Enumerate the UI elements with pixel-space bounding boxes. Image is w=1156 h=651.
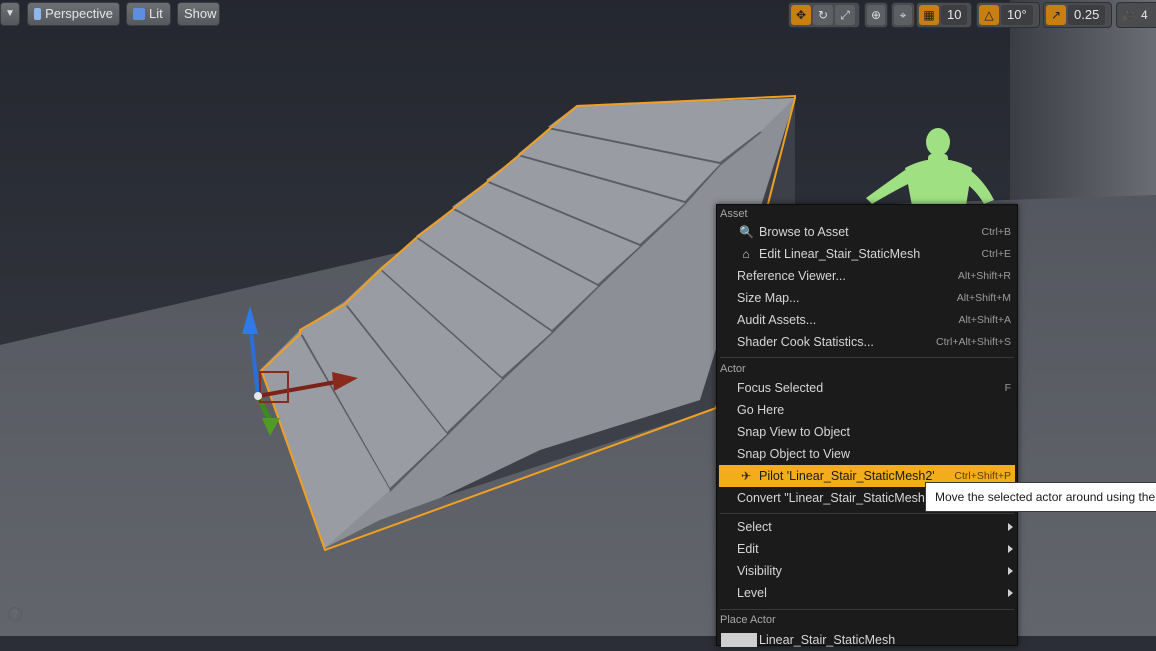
menu-item-label: Level <box>737 586 767 600</box>
right-wall <box>1010 0 1156 205</box>
scale-snap-icon[interactable]: ↗ <box>1046 5 1066 25</box>
menu-item-place-actor[interactable]: Linear_Stair_StaticMesh <box>719 629 1015 651</box>
menu-item-label: Reference Viewer... <box>737 269 846 283</box>
rotation-snap-icon[interactable]: △ <box>979 5 999 25</box>
menu-item-snap-view-to-object[interactable]: Snap View to Object <box>719 421 1015 443</box>
menu-item-label: Convert "Linear_Stair_StaticMesh2" To <box>737 491 953 505</box>
camera-speed-group: 🎥 4 <box>1116 2 1156 28</box>
camera-speed-value[interactable]: 4 <box>1141 8 1148 22</box>
menu-item-shortcut: Ctrl+B <box>981 226 1011 238</box>
rotate-mode-icon[interactable]: ↻ <box>813 5 833 25</box>
menu-item-edit-submenu[interactable]: Edit <box>719 538 1015 560</box>
magnifier-icon: 🔍 <box>739 225 754 239</box>
menu-item-audit-assets[interactable]: Audit Assets... Alt+Shift+A <box>719 309 1015 331</box>
actor-context-menu: Asset 🔍 Browse to Asset Ctrl+B ⌂ Edit Li… <box>716 204 1018 647</box>
menu-item-reference-viewer[interactable]: Reference Viewer... Alt+Shift+R <box>719 265 1015 287</box>
menu-item-label: Linear_Stair_StaticMesh <box>759 633 896 647</box>
menu-item-shader-cook-statistics[interactable]: Shader Cook Statistics... Ctrl+Alt+Shift… <box>719 331 1015 353</box>
menu-separator <box>720 609 1014 610</box>
chevron-down-icon: ▼ <box>5 8 15 19</box>
menu-item-snap-object-to-view[interactable]: Snap Object to View <box>719 443 1015 465</box>
menu-item-label: Snap Object to View <box>737 447 851 461</box>
gizmo-center[interactable] <box>254 392 262 400</box>
static-mesh-thumbnail-icon <box>721 633 757 647</box>
menu-item-label: Browse to Asset <box>759 225 849 239</box>
help-glyph: ? <box>12 609 18 619</box>
grid-snap-value[interactable]: 10 <box>941 5 968 25</box>
grid-snap-icon[interactable]: ▦ <box>919 5 939 25</box>
menu-item-shortcut: F <box>1004 382 1011 394</box>
lit-button[interactable]: Lit <box>126 2 171 26</box>
menu-separator <box>720 357 1014 358</box>
menu-item-label: Edit <box>737 542 759 556</box>
lit-label: Lit <box>149 6 163 21</box>
grid-snap-group: ▦ 10 <box>916 2 972 28</box>
menu-item-go-here[interactable]: Go Here <box>719 399 1015 421</box>
menu-item-label: Visibility <box>737 564 782 578</box>
menu-item-focus-selected[interactable]: Focus Selected F <box>719 377 1015 399</box>
tooltip-text: Move the selected actor around using the… <box>935 490 1156 504</box>
translate-mode-icon[interactable]: ✥ <box>791 5 811 25</box>
menu-item-level-submenu[interactable]: Level <box>719 582 1015 604</box>
lit-sphere-icon <box>133 8 145 20</box>
menu-item-visibility-submenu[interactable]: Visibility <box>719 560 1015 582</box>
menu-item-browse-to-asset[interactable]: 🔍 Browse to Asset Ctrl+B <box>719 221 1015 243</box>
menu-item-label: Go Here <box>737 403 785 417</box>
menu-item-label: Focus Selected <box>737 381 824 395</box>
menu-item-size-map[interactable]: Size Map... Alt+Shift+M <box>719 287 1015 309</box>
menu-item-select-submenu[interactable]: Select <box>719 516 1015 538</box>
submenu-arrow-icon <box>1008 589 1013 597</box>
world-space-icon[interactable]: ⊕ <box>867 5 885 25</box>
help-icon[interactable]: ? <box>8 607 22 621</box>
scale-snap-group: ↗ 0.25 <box>1043 2 1112 28</box>
show-label: Show <box>184 6 217 21</box>
menu-item-label: Audit Assets... <box>737 313 817 327</box>
menu-item-label: Snap View to Object <box>737 425 851 439</box>
transform-mode-group: ✥ ↻ ⤢ <box>788 2 860 28</box>
menu-item-shortcut: Alt+Shift+M <box>956 292 1011 304</box>
perspective-camera-icon <box>34 8 42 20</box>
surface-snap-group: ⌖ <box>891 2 915 28</box>
surface-snapping-icon[interactable]: ⌖ <box>894 5 912 25</box>
menu-item-label: Size Map... <box>737 291 800 305</box>
edit-asset-icon: ⌂ <box>742 247 750 261</box>
menu-item-label: Edit Linear_Stair_StaticMesh <box>759 247 921 261</box>
viewport-options-button[interactable]: ▼ <box>0 2 20 26</box>
menu-item-label: Shader Cook Statistics... <box>737 335 874 349</box>
scale-mode-icon[interactable]: ⤢ <box>835 5 855 25</box>
rotation-snap-group: △ 10° <box>976 2 1040 28</box>
show-button[interactable]: Show <box>177 2 220 26</box>
menu-item-edit-asset[interactable]: ⌂ Edit Linear_Stair_StaticMesh Ctrl+E <box>719 243 1015 265</box>
coordinate-space-group: ⊕ <box>864 2 888 28</box>
menu-item-label: Select <box>737 520 772 534</box>
camera-speed-icon[interactable]: 🎥 <box>1119 5 1139 25</box>
menu-item-shortcut: Alt+Shift+R <box>957 270 1011 282</box>
menu-item-shortcut: Ctrl+E <box>981 248 1011 260</box>
perspective-button[interactable]: Perspective <box>27 2 120 26</box>
submenu-arrow-icon <box>1008 545 1013 553</box>
submenu-arrow-icon <box>1008 567 1013 575</box>
pilot-icon: ✈ <box>740 469 752 483</box>
perspective-label: Perspective <box>45 6 113 21</box>
menu-item-shortcut: Alt+Shift+A <box>958 314 1011 326</box>
menu-item-label: Pilot 'Linear_Stair_StaticMesh2' <box>759 469 935 483</box>
pilot-tooltip: Move the selected actor around using the… <box>925 482 1156 512</box>
scale-snap-value[interactable]: 0.25 <box>1068 5 1106 25</box>
menu-header-actor: Actor <box>720 363 746 375</box>
submenu-arrow-icon <box>1008 523 1013 531</box>
menu-separator <box>720 513 1014 514</box>
rotation-snap-value[interactable]: 10° <box>1001 5 1033 25</box>
menu-header-asset: Asset <box>720 208 748 220</box>
menu-header-place-actor: Place Actor <box>720 614 776 626</box>
menu-item-shortcut: Ctrl+Alt+Shift+S <box>936 336 1011 348</box>
